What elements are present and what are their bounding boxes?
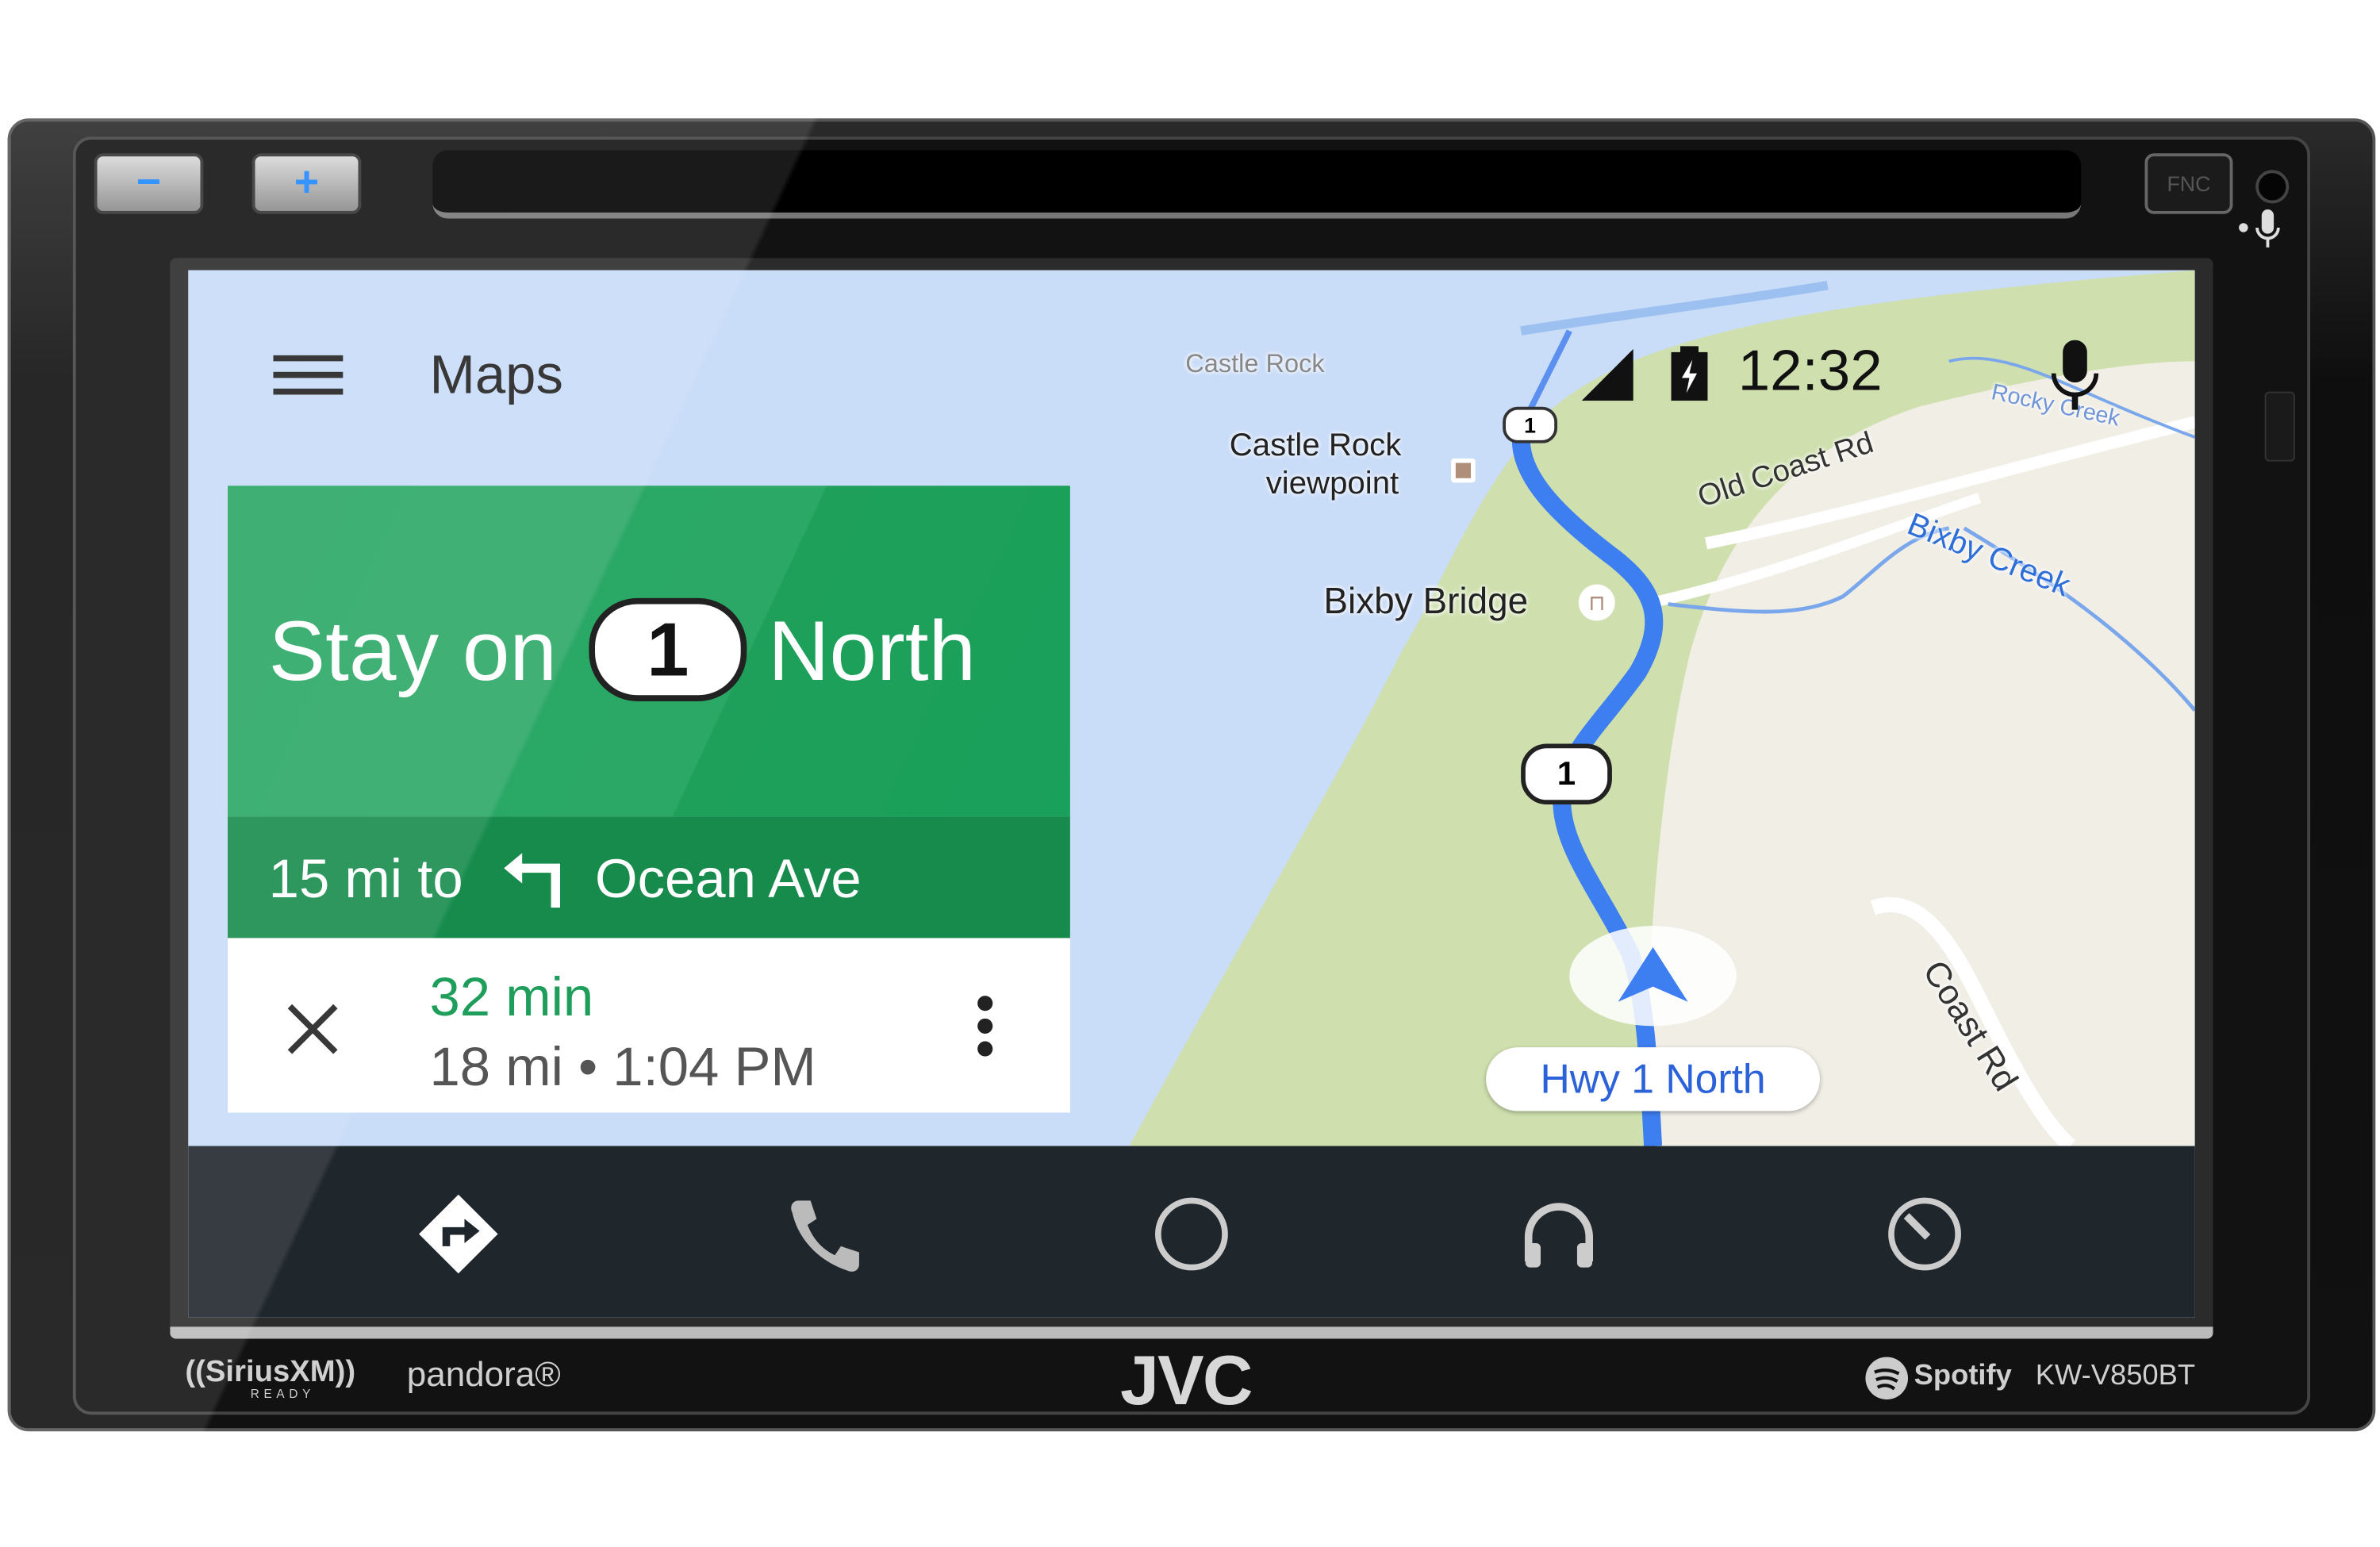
map-label-castle-rock: Castle Rock bbox=[1185, 349, 1325, 378]
fnc-button[interactable]: FNC bbox=[2144, 153, 2233, 214]
route-shield-map: 1 bbox=[1521, 743, 1612, 805]
battery-charging-icon bbox=[1671, 346, 1708, 401]
volume-up-label: + bbox=[294, 157, 320, 205]
instruction-suffix: North bbox=[768, 602, 977, 699]
eta-duration: 32 min bbox=[429, 965, 594, 1028]
next-distance: 15 mi to bbox=[268, 846, 463, 910]
android-auto-screen: Castle Rock Castle Rock viewpoint Bixby … bbox=[188, 270, 2195, 1318]
current-road-label: Hwy 1 North bbox=[1486, 1047, 1821, 1111]
pandora-logo: pandora® bbox=[406, 1353, 561, 1394]
volume-down-label: − bbox=[136, 157, 162, 205]
navigation-icon[interactable] bbox=[419, 1194, 498, 1274]
usb-port bbox=[2264, 391, 2295, 462]
next-street: Ocean Ave bbox=[595, 846, 862, 910]
siriusxm-ready: READY bbox=[250, 1387, 316, 1401]
hamburger-icon[interactable] bbox=[273, 355, 344, 395]
volume-up-button[interactable]: + bbox=[251, 153, 362, 214]
siriusxm-logo: ((SiriusXM)) bbox=[185, 1356, 355, 1391]
route-shield-number: 1 bbox=[647, 607, 689, 693]
eta-details: 18 mi • 1:04 PM bbox=[429, 1035, 816, 1098]
current-road-text: Hwy 1 North bbox=[1540, 1056, 1766, 1103]
home-circle-icon[interactable] bbox=[1152, 1195, 1230, 1273]
mic-icon[interactable] bbox=[2049, 340, 2101, 410]
more-options-icon[interactable] bbox=[976, 996, 994, 1057]
disc-slot bbox=[432, 150, 2082, 219]
bridge-marker-icon[interactable]: ⊓ bbox=[1578, 584, 1615, 621]
map-label-viewpoint-1: Castle Rock bbox=[1229, 428, 1402, 463]
phone-icon[interactable] bbox=[786, 1195, 865, 1273]
eta-panel: 32 min 18 mi • 1:04 PM bbox=[227, 938, 1070, 1113]
signal-icon bbox=[1581, 349, 1633, 401]
route-shield-small-label: 1 bbox=[1524, 413, 1537, 438]
stage: − + FNC Castle Rock Castle Rock viewpoin… bbox=[0, 0, 2380, 1547]
app-title: Maps bbox=[429, 343, 563, 405]
fnc-label: FNC bbox=[2167, 171, 2211, 196]
turn-left-icon bbox=[504, 853, 561, 908]
spotify-logo: Spotify bbox=[1914, 1360, 2012, 1392]
close-icon[interactable] bbox=[286, 1002, 340, 1057]
map-label-bixby-bridge: Bixby Bridge bbox=[1323, 581, 1529, 623]
current-location-arrow-icon bbox=[1618, 946, 1688, 1002]
volume-down-button[interactable]: − bbox=[94, 153, 204, 214]
headphones-icon[interactable] bbox=[1519, 1195, 1598, 1273]
route-shield-badge: 1 bbox=[589, 597, 747, 701]
instruction-prefix: Stay on bbox=[268, 602, 558, 699]
siriusxm-text: ((SiriusXM)) bbox=[185, 1355, 356, 1389]
dashboard-icon[interactable] bbox=[1885, 1195, 1964, 1273]
route-shield-small: 1 bbox=[1503, 406, 1558, 443]
jvc-logo: JVC bbox=[1120, 1340, 1253, 1419]
spotify-icon bbox=[1865, 1357, 1909, 1400]
map-label-viewpoint-2: viewpoint bbox=[1265, 466, 1399, 501]
instruction-card[interactable]: Stay on 1 North bbox=[227, 486, 1070, 817]
viewpoint-marker-icon[interactable] bbox=[1451, 458, 1476, 483]
route-shield-map-label: 1 bbox=[1557, 754, 1576, 793]
bottom-nav-bar bbox=[188, 1146, 2195, 1318]
sensor-dot bbox=[2255, 170, 2290, 204]
next-turn-strip[interactable]: 15 mi to Ocean Ave bbox=[227, 816, 1070, 939]
clock: 12:32 bbox=[1737, 340, 1883, 404]
model-number: KW-V850BT bbox=[2035, 1360, 2196, 1392]
device-mic-icon bbox=[2239, 209, 2280, 248]
